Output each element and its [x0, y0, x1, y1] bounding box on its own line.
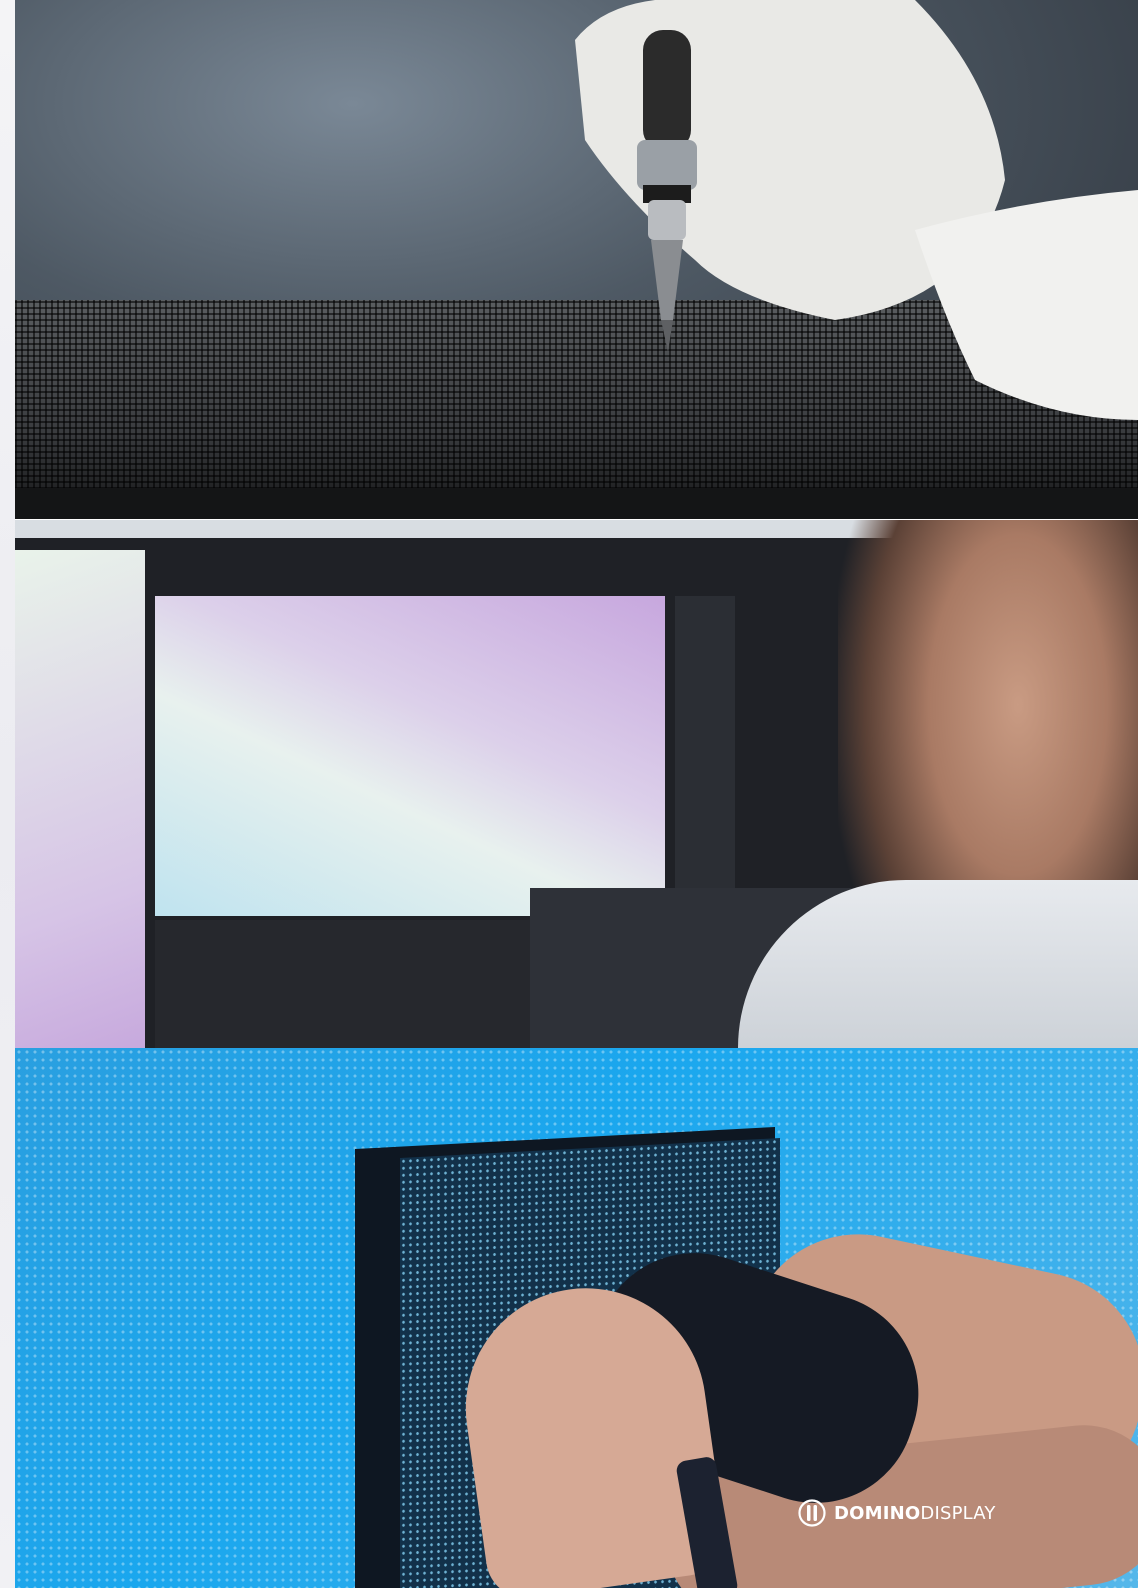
brand-name-bold: DOMINO: [834, 1502, 921, 1524]
photo-soldering-led-panel: [15, 0, 1138, 519]
photo-video-editing: [15, 520, 1138, 1048]
brand-name-light: DISPLAY: [920, 1502, 996, 1524]
domino-logo-icon: [798, 1499, 826, 1527]
left-edge-strip: [0, 0, 15, 1588]
soldering-iron-icon: [575, 0, 1138, 420]
brand-name: DOMINODISPLAY: [834, 1503, 996, 1524]
brand-logo: DOMINODISPLAY: [798, 1499, 996, 1527]
secondary-screen: [15, 550, 145, 1048]
editor-timeline: [155, 920, 535, 1048]
editing-canvas: [155, 596, 665, 916]
editor-side-panel: [675, 596, 735, 896]
